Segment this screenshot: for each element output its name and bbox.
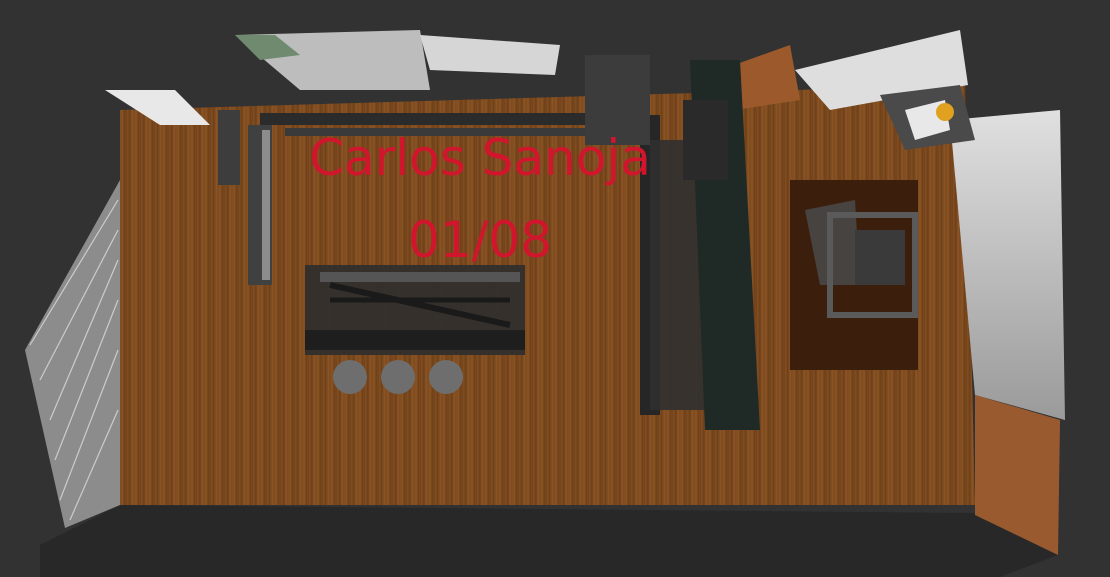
chair-2 — [381, 360, 415, 394]
chair-3 — [429, 360, 463, 394]
floor-shadow — [40, 505, 1058, 577]
room-scan-render — [25, 30, 1065, 577]
3d-viewport[interactable]: Carlos Sanoja 01/08 — [0, 0, 1110, 577]
top-beam — [260, 113, 590, 125]
corner-lamp — [936, 103, 954, 121]
workbench-edge — [305, 330, 525, 350]
overlay-name-label: Carlos Sanoja — [309, 129, 651, 187]
overlay-date-label: 01/08 — [407, 211, 553, 269]
chair-1 — [333, 360, 367, 394]
workbench-top — [320, 272, 520, 282]
top-wall-mid2 — [420, 35, 560, 75]
